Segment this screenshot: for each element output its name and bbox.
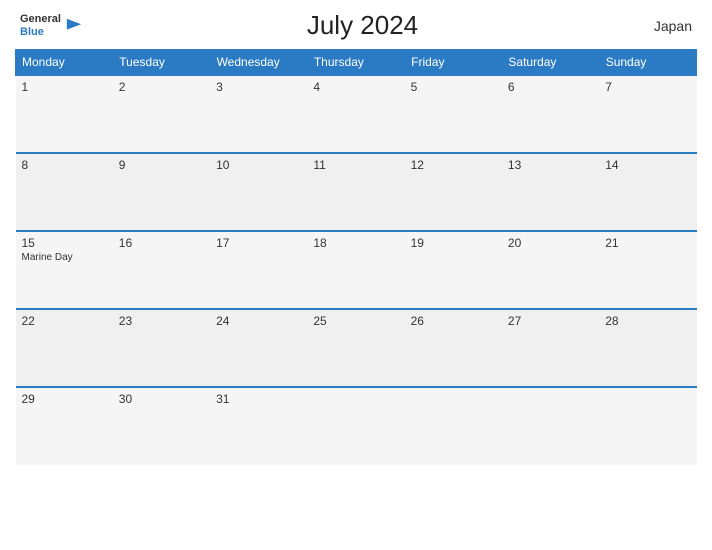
day-number: 12 <box>411 158 496 172</box>
logo-flag-icon <box>65 17 83 35</box>
calendar-cell: 8 <box>16 153 113 231</box>
day-number: 18 <box>313 236 398 250</box>
weekday-header: Sunday <box>599 50 696 76</box>
day-number: 26 <box>411 314 496 328</box>
day-number: 7 <box>605 80 690 94</box>
day-number: 6 <box>508 80 593 94</box>
day-number: 16 <box>119 236 204 250</box>
calendar-week-row: 29 30 31 <box>16 387 697 465</box>
day-number: 1 <box>22 80 107 94</box>
calendar-cell: 5 <box>405 75 502 153</box>
calendar-cell <box>502 387 599 465</box>
day-number: 5 <box>411 80 496 94</box>
calendar-cell: 1 <box>16 75 113 153</box>
weekday-header: Monday <box>16 50 113 76</box>
logo-general: General <box>20 13 61 25</box>
weekday-header: Thursday <box>307 50 404 76</box>
calendar-cell: 31 <box>210 387 307 465</box>
day-number: 3 <box>216 80 301 94</box>
day-number: 10 <box>216 158 301 172</box>
weekday-header: Wednesday <box>210 50 307 76</box>
calendar-cell: 16 <box>113 231 210 309</box>
calendar-cell: 11 <box>307 153 404 231</box>
day-number: 30 <box>119 392 204 406</box>
day-number: 19 <box>411 236 496 250</box>
calendar-header: General Blue July 2024 Japan <box>15 10 697 41</box>
day-number: 31 <box>216 392 301 406</box>
day-number: 23 <box>119 314 204 328</box>
calendar-cell: 10 <box>210 153 307 231</box>
country-label: Japan <box>642 18 692 34</box>
calendar-cell: 24 <box>210 309 307 387</box>
calendar-cell: 18 <box>307 231 404 309</box>
calendar-cell: 17 <box>210 231 307 309</box>
holiday-label: Marine Day <box>22 252 107 263</box>
logo-blue: Blue <box>20 26 61 38</box>
calendar-week-row: 1234567 <box>16 75 697 153</box>
calendar-cell: 14 <box>599 153 696 231</box>
day-number: 9 <box>119 158 204 172</box>
calendar-week-row: 22 23 24 25 26 27 28 <box>16 309 697 387</box>
day-number: 17 <box>216 236 301 250</box>
calendar-cell: 22 <box>16 309 113 387</box>
logo: General Blue <box>20 13 83 37</box>
day-number: 21 <box>605 236 690 250</box>
calendar-cell: 15 Marine Day <box>16 231 113 309</box>
calendar-cell: 9 <box>113 153 210 231</box>
calendar-cell: 4 <box>307 75 404 153</box>
calendar-cell: 6 <box>502 75 599 153</box>
day-number: 20 <box>508 236 593 250</box>
calendar-week-row: 89 10 11 12 13 14 <box>16 153 697 231</box>
calendar-cell: 21 <box>599 231 696 309</box>
calendar-title: July 2024 <box>83 10 642 41</box>
day-number: 15 <box>22 236 107 250</box>
calendar-cell: 2 <box>113 75 210 153</box>
day-number: 29 <box>22 392 107 406</box>
weekday-header-row: MondayTuesdayWednesdayThursdayFridaySatu… <box>16 50 697 76</box>
calendar-container: General Blue July 2024 Japan MondayTuesd… <box>0 0 712 550</box>
calendar-cell: 26 <box>405 309 502 387</box>
day-number: 27 <box>508 314 593 328</box>
calendar-cell <box>405 387 502 465</box>
calendar-cell: 7 <box>599 75 696 153</box>
calendar-cell: 19 <box>405 231 502 309</box>
day-number: 24 <box>216 314 301 328</box>
day-number: 25 <box>313 314 398 328</box>
weekday-header: Friday <box>405 50 502 76</box>
logo-text: General Blue <box>20 13 61 37</box>
calendar-cell <box>307 387 404 465</box>
calendar-cell: 28 <box>599 309 696 387</box>
day-number: 13 <box>508 158 593 172</box>
calendar-cell: 29 <box>16 387 113 465</box>
calendar-cell: 30 <box>113 387 210 465</box>
calendar-cell: 27 <box>502 309 599 387</box>
calendar-cell: 3 <box>210 75 307 153</box>
weekday-header: Saturday <box>502 50 599 76</box>
calendar-cell <box>599 387 696 465</box>
calendar-cell: 23 <box>113 309 210 387</box>
day-number: 8 <box>22 158 107 172</box>
calendar-cell: 12 <box>405 153 502 231</box>
calendar-cell: 25 <box>307 309 404 387</box>
calendar-week-row: 15 Marine Day 16 17 18 19 20 21 <box>16 231 697 309</box>
day-number: 14 <box>605 158 690 172</box>
day-number: 28 <box>605 314 690 328</box>
weekday-header: Tuesday <box>113 50 210 76</box>
calendar-cell: 20 <box>502 231 599 309</box>
day-number: 2 <box>119 80 204 94</box>
day-number: 11 <box>313 158 398 172</box>
day-number: 4 <box>313 80 398 94</box>
calendar-table: MondayTuesdayWednesdayThursdayFridaySatu… <box>15 49 697 465</box>
calendar-cell: 13 <box>502 153 599 231</box>
day-number: 22 <box>22 314 107 328</box>
